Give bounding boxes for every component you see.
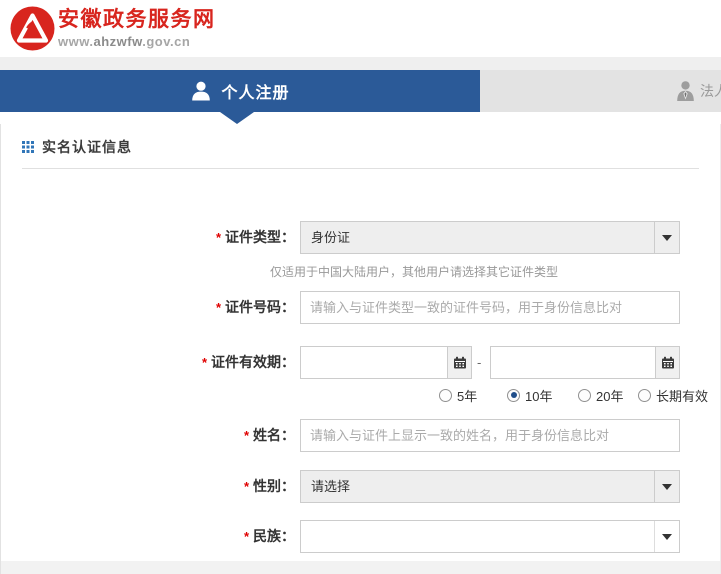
cert-validity-label: * 证件有效期： xyxy=(202,346,295,379)
required-asterisk: * xyxy=(216,300,221,315)
ethnicity-label-text: 民族： xyxy=(253,528,295,544)
radio-20-years[interactable]: 20年 xyxy=(578,387,623,403)
name-label-text: 姓名： xyxy=(253,427,295,443)
gender-select-arrow[interactable] xyxy=(654,471,679,502)
site-url-suffix: .gov.cn xyxy=(142,34,190,49)
ethnicity-label: * 民族： xyxy=(244,520,295,553)
cert-number-label: * 证件号码： xyxy=(216,291,295,324)
row-name: * 姓名： xyxy=(0,419,721,452)
section-divider xyxy=(22,168,699,169)
row-cert-validity: * 证件有效期： - xyxy=(0,346,721,379)
gender-select[interactable]: 请选择 xyxy=(300,470,680,503)
tab-personal-label: 个人注册 xyxy=(221,79,289,103)
brand-block: 安徽政务服务网 www.ahzwfw.gov.cn xyxy=(58,7,216,51)
chevron-down-icon xyxy=(662,235,672,241)
radio-10-years[interactable]: 10年 xyxy=(507,387,552,403)
chevron-down-icon xyxy=(662,534,672,540)
bottom-page-strip xyxy=(1,561,720,574)
required-asterisk: * xyxy=(244,479,249,494)
gender-label: * 性别： xyxy=(244,470,295,503)
calendar-icon xyxy=(661,356,675,370)
site-url-prefix: www. xyxy=(58,34,93,49)
ethnicity-select[interactable] xyxy=(300,520,680,553)
validity-range-separator: - xyxy=(477,346,481,379)
site-logo-icon xyxy=(10,6,55,51)
name-input[interactable] xyxy=(300,419,680,452)
ethnicity-select-arrow[interactable] xyxy=(654,521,679,552)
radio-icon xyxy=(578,389,591,402)
section-header: 实名认证信息 xyxy=(22,136,132,158)
validity-start-group xyxy=(300,346,472,379)
gender-label-text: 性别： xyxy=(253,478,295,494)
grid-icon xyxy=(22,141,34,153)
cert-validity-label-text: 证件有效期： xyxy=(211,354,295,370)
site-url-domain: ahzwfw xyxy=(93,34,142,49)
radio-5-years-label: 5年 xyxy=(457,386,477,405)
radio-icon xyxy=(507,389,520,402)
section-title: 实名认证信息 xyxy=(42,137,132,157)
site-title: 安徽政务服务网 xyxy=(58,7,216,33)
row-ethnicity: * 民族： xyxy=(0,520,721,553)
radio-long-term[interactable]: 长期有效 xyxy=(638,387,708,403)
row-gender: * 性别： 请选择 xyxy=(0,470,721,503)
cert-number-label-text: 证件号码： xyxy=(225,299,295,315)
chevron-down-icon xyxy=(662,484,672,490)
calendar-icon xyxy=(453,356,467,370)
required-asterisk: * xyxy=(244,529,249,544)
radio-icon xyxy=(638,389,651,402)
row-cert-type: * 证件类型： 身份证 xyxy=(0,221,721,254)
person-icon xyxy=(190,80,212,102)
required-asterisk: * xyxy=(216,230,221,245)
cert-type-label: * 证件类型： xyxy=(216,221,295,254)
required-asterisk: * xyxy=(244,428,249,443)
cert-type-select-value: 身份证 xyxy=(311,222,350,253)
page: 安徽政务服务网 www.ahzwfw.gov.cn 个人注册 法人 xyxy=(0,0,721,574)
name-label: * 姓名： xyxy=(244,419,295,452)
row-cert-number: * 证件号码： xyxy=(0,291,721,324)
cert-type-help-text: 仅适用于中国大陆用户，其他用户请选择其它证件类型 xyxy=(270,263,558,280)
register-tabbar: 个人注册 法人 xyxy=(0,70,721,112)
cert-type-select[interactable]: 身份证 xyxy=(300,221,680,254)
radio-icon xyxy=(439,389,452,402)
gender-select-value: 请选择 xyxy=(311,471,350,502)
validity-start-calendar-button[interactable] xyxy=(447,347,471,378)
radio-10-years-label: 10年 xyxy=(525,386,552,405)
validity-end-input[interactable] xyxy=(491,347,655,378)
validity-end-calendar-button[interactable] xyxy=(655,347,679,378)
validity-end-group xyxy=(490,346,680,379)
radio-20-years-label: 20年 xyxy=(596,386,623,405)
radio-5-years[interactable]: 5年 xyxy=(439,387,477,403)
cert-number-input[interactable] xyxy=(300,291,680,324)
businessman-icon xyxy=(676,80,695,102)
cert-type-select-arrow[interactable] xyxy=(654,222,679,253)
site-header: 安徽政务服务网 www.ahzwfw.gov.cn xyxy=(0,0,721,57)
header-separator-band xyxy=(0,57,721,70)
tab-legal-register[interactable]: 法人 xyxy=(480,70,721,112)
tab-legal-inner: 法人 xyxy=(676,70,721,112)
cert-type-label-text: 证件类型： xyxy=(225,229,295,245)
active-tab-pointer xyxy=(220,112,254,124)
tab-legal-label: 法人 xyxy=(700,81,721,101)
site-url: www.ahzwfw.gov.cn xyxy=(58,33,216,51)
radio-long-term-label: 长期有效 xyxy=(656,386,708,405)
validity-start-input[interactable] xyxy=(301,347,447,378)
tab-personal-register[interactable]: 个人注册 xyxy=(0,70,480,112)
required-asterisk: * xyxy=(202,355,207,370)
